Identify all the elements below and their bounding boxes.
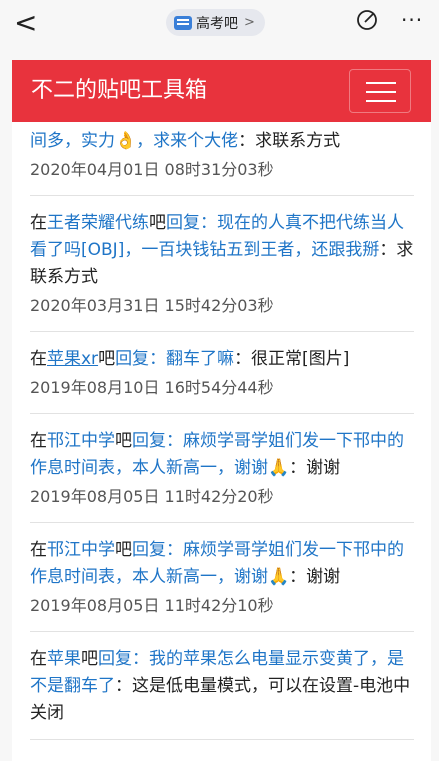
reply-content: ：很正常[图片] bbox=[234, 349, 350, 369]
list-item: 在苹果xr吧回复：翻车了嘛：很正常[图片] 2019年08月10日 16时54分… bbox=[30, 332, 414, 414]
edit-icon[interactable] bbox=[356, 9, 378, 31]
reply-list-panel[interactable]: 间多，实力👌，求来个大佬：求联系方式 2020年04月01日 08时31分03秒… bbox=[12, 122, 431, 761]
reply-date: 2019年08月05日 11时42分20秒 bbox=[30, 487, 274, 506]
reply-text: 间多，实力👌，求来个大佬：求联系方式 bbox=[30, 128, 414, 155]
menu-line-icon bbox=[366, 91, 396, 93]
forum-suffix: 吧 bbox=[81, 649, 98, 669]
forum-link[interactable]: 王者荣耀代练 bbox=[47, 213, 149, 233]
reply-link[interactable]: 回复 bbox=[98, 649, 132, 669]
list-item: 在苹果吧回复：我的苹果怎么电量显示变黄了，是不是翻车了：这是低电量模式，可以在设… bbox=[30, 632, 414, 740]
list-item: 在邗江中学吧回复：麻烦学哥学姐们发一下邗中的作息时间表，本人新高一，谢谢🙏：谢谢… bbox=[30, 523, 414, 632]
reply-link[interactable]: 回复 bbox=[166, 213, 200, 233]
reply-link[interactable]: 回复 bbox=[115, 349, 149, 369]
reply-list: 间多，实力👌，求来个大佬：求联系方式 2020年04月01日 08时31分03秒… bbox=[30, 122, 414, 740]
reply-text: 在王者荣耀代练吧回复：现在的人真不把代练当人看了吗[OBJ]，一百块钱钻五到王者… bbox=[30, 210, 414, 291]
reply-link[interactable]: 回复 bbox=[132, 540, 166, 560]
reply-date: 2020年03月31日 15时42分03秒 bbox=[30, 296, 274, 315]
reply-date: 2019年08月05日 11时42分10秒 bbox=[30, 596, 274, 615]
list-item: 在邗江中学吧回复：麻烦学哥学姐们发一下邗中的作息时间表，本人新高一，谢谢🙏：谢谢… bbox=[30, 414, 414, 523]
prefix-text: 在 bbox=[30, 649, 47, 669]
thread-title-link[interactable]: ：翻车了嘛 bbox=[149, 349, 234, 369]
list-item: 间多，实力👌，求来个大佬：求联系方式 2020年04月01日 08时31分03秒 bbox=[30, 122, 414, 196]
reply-date: 2019年08月10日 16时54分44秒 bbox=[30, 378, 274, 397]
forum-suffix: 吧 bbox=[115, 540, 132, 560]
forum-suffix: 吧 bbox=[98, 349, 116, 369]
prefix-text: 在 bbox=[30, 349, 47, 369]
forum-pill-label: 高考吧 bbox=[196, 15, 238, 32]
reply-content: ：谢谢 bbox=[289, 567, 341, 587]
reply-content: ：谢谢 bbox=[289, 458, 341, 478]
prefix-text: 在 bbox=[30, 213, 47, 233]
forum-link[interactable]: 邗江中学 bbox=[47, 540, 115, 560]
reply-link[interactable]: 回复 bbox=[132, 431, 166, 451]
reply-text: 在苹果吧回复：我的苹果怎么电量显示变黄了，是不是翻车了：这是低电量模式，可以在设… bbox=[30, 646, 414, 727]
forum-link[interactable]: 苹果 bbox=[47, 649, 81, 669]
reply-text: 在邗江中学吧回复：麻烦学哥学姐们发一下邗中的作息时间表，本人新高一，谢谢🙏：谢谢 bbox=[30, 428, 414, 482]
reply-text: 在苹果xr吧回复：翻车了嘛：很正常[图片] bbox=[30, 346, 414, 373]
reply-date: 2020年04月01日 08时31分03秒 bbox=[30, 160, 274, 179]
forum-link[interactable]: 邗江中学 bbox=[47, 431, 115, 451]
hamburger-menu-button[interactable] bbox=[349, 69, 411, 113]
reply-text: 在邗江中学吧回复：麻烦学哥学姐们发一下邗中的作息时间表，本人新高一，谢谢🙏：谢谢 bbox=[30, 537, 414, 591]
prefix-text: 在 bbox=[30, 431, 47, 451]
app-header: 不二的贴吧工具箱 bbox=[12, 60, 431, 122]
reply-title-link[interactable]: 间多，实力👌，求来个大佬 bbox=[30, 131, 238, 151]
forum-icon bbox=[174, 15, 192, 30]
menu-line-icon bbox=[366, 100, 396, 102]
app-title: 不二的贴吧工具箱 bbox=[31, 78, 208, 103]
prefix-text: 在 bbox=[30, 540, 47, 560]
top-nav-bar: < 高考吧 > ··· bbox=[0, 0, 439, 46]
more-icon[interactable]: ··· bbox=[401, 8, 423, 32]
chevron-right-icon: > bbox=[244, 15, 255, 30]
reply-content: ：求联系方式 bbox=[238, 131, 341, 151]
forum-suffix: 吧 bbox=[115, 431, 132, 451]
forum-pill-button[interactable]: 高考吧 > bbox=[166, 9, 265, 36]
forum-suffix: 吧 bbox=[149, 213, 166, 233]
menu-line-icon bbox=[366, 82, 396, 84]
back-arrow-icon[interactable]: < bbox=[14, 8, 37, 38]
list-item: 在王者荣耀代练吧回复：现在的人真不把代练当人看了吗[OBJ]，一百块钱钻五到王者… bbox=[30, 196, 414, 332]
forum-link[interactable]: 苹果xr bbox=[47, 349, 98, 369]
